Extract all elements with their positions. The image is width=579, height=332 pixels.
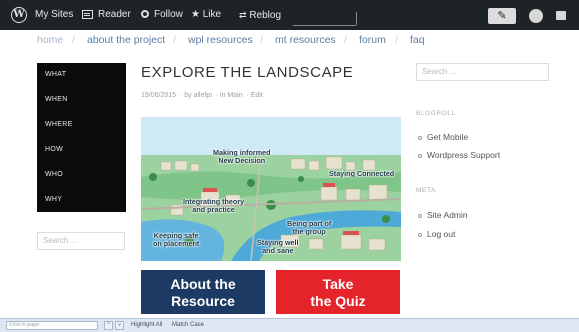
- post-by: by: [184, 92, 192, 99]
- blogroll-item[interactable]: Get Mobile: [418, 132, 468, 142]
- label-informed-decision-text: Making informed New Decision: [213, 148, 271, 165]
- post-title: EXPLORE THE LANDSCAPE: [141, 64, 354, 81]
- follow-icon: [141, 10, 149, 19]
- quiz-line-1: Take: [322, 276, 354, 292]
- label-informed-decision: Making informed New Decision: [213, 149, 271, 165]
- nav-about[interactable]: about the project: [87, 34, 165, 46]
- write-post-button[interactable]: ✎: [488, 8, 516, 24]
- like-label: Like: [202, 9, 222, 20]
- nav-separator: /: [173, 34, 176, 46]
- about-line-1: About the: [170, 276, 236, 292]
- nav-mt-resources[interactable]: mt resources: [275, 34, 336, 46]
- label-integrating-theory: Integrating theory and practice: [183, 198, 244, 214]
- post-edit-link[interactable]: Edit: [251, 92, 263, 99]
- match-case-checkbox[interactable]: Match Case: [172, 321, 204, 330]
- find-previous-button[interactable]: ^: [104, 321, 113, 330]
- nav-separator: /: [260, 34, 263, 46]
- post-author[interactable]: allefpi: [194, 92, 212, 99]
- find-in-page-bar: Find in page ^ v Highlight All Match Cas…: [0, 318, 579, 332]
- find-input[interactable]: Find in page: [6, 321, 98, 330]
- reblog-button[interactable]: ⇄ Reblog: [239, 0, 281, 30]
- label-integrating-theory-text: Integrating theory and practice: [183, 197, 245, 214]
- nav-home[interactable]: home: [37, 34, 63, 46]
- label-keeping-safe-text: Keeping safe on placement: [153, 231, 200, 248]
- label-staying-well-text: Staying well and sane: [257, 238, 299, 255]
- section-menu: WHAT WHEN WHERE HOW WHO WHY: [37, 63, 126, 212]
- bullet-icon: [418, 232, 422, 237]
- quiz-line-2: the Quiz: [310, 293, 366, 309]
- label-keeping-safe: Keeping safe on placement: [153, 232, 199, 248]
- highlight-all-button[interactable]: Highlight All: [131, 321, 162, 330]
- reader-button[interactable]: Reader: [82, 0, 131, 30]
- wordpress-logo-icon[interactable]: W: [11, 7, 27, 23]
- blogroll-get-mobile[interactable]: Get Mobile: [427, 132, 468, 142]
- reblog-label: Reblog: [249, 10, 282, 21]
- menu-item-what[interactable]: WHAT: [45, 71, 66, 78]
- menu-item-where[interactable]: WHERE: [45, 121, 73, 128]
- bullet-icon: [418, 135, 422, 140]
- admin-bar: W My Sites Reader Follow ★ Like ⇄ Reblog…: [0, 0, 579, 30]
- menu-item-who[interactable]: WHO: [45, 171, 63, 178]
- blogroll-wordpress-support[interactable]: Wordpress Support: [427, 150, 500, 160]
- follow-button[interactable]: Follow: [141, 0, 183, 30]
- meta-heading: META: [416, 187, 436, 194]
- post-category[interactable]: Main: [227, 92, 242, 99]
- find-next-button[interactable]: v: [115, 321, 124, 330]
- blogroll-item[interactable]: Wordpress Support: [418, 150, 500, 160]
- bullet-icon: [418, 213, 422, 218]
- nav-separator: /: [72, 34, 75, 46]
- reader-icon: [82, 9, 93, 19]
- bullet-icon: [418, 153, 422, 158]
- nav-wpl-resources[interactable]: wpl resources: [188, 34, 253, 46]
- left-search-input[interactable]: Search ...: [37, 232, 125, 250]
- about-resource-button[interactable]: About the Resource: [141, 270, 265, 314]
- my-sites-label: My Sites: [35, 9, 74, 20]
- label-part-of-group-text: Being part of the group: [287, 219, 332, 236]
- follow-label: Follow: [154, 9, 183, 20]
- reader-label: Reader: [98, 9, 131, 20]
- blogroll-heading: BLOGROLL: [416, 110, 456, 117]
- nav-faq[interactable]: faq: [410, 34, 425, 46]
- menu-item-why[interactable]: WHY: [45, 196, 62, 203]
- about-line-2: Resource: [171, 293, 235, 309]
- post-date[interactable]: 19/06/2015: [141, 92, 176, 99]
- meta-log-out[interactable]: Log out: [427, 229, 455, 239]
- post-meta: 19/06/2015 · by allefpi · in Main · Edit: [141, 92, 263, 99]
- notifications-icon[interactable]: [556, 11, 566, 20]
- admin-search-field[interactable]: [293, 12, 357, 26]
- label-staying-connected: Staying Connected: [329, 169, 395, 178]
- meta-item[interactable]: Log out: [418, 229, 455, 239]
- meta-item[interactable]: Site Admin: [418, 210, 468, 220]
- my-sites-button[interactable]: My Sites: [35, 0, 73, 30]
- star-icon: ★: [191, 9, 200, 20]
- sidebar-search-input[interactable]: Search ...: [416, 63, 549, 81]
- take-quiz-button[interactable]: Take the Quiz: [276, 270, 400, 314]
- nav-separator: /: [344, 34, 347, 46]
- like-button[interactable]: ★ Like: [191, 0, 221, 30]
- menu-item-when[interactable]: WHEN: [45, 96, 68, 103]
- reblog-icon: ⇄: [239, 10, 247, 20]
- post-in: in: [220, 92, 226, 99]
- menu-item-how[interactable]: HOW: [45, 146, 63, 153]
- label-part-of-group: Being part of the group: [287, 220, 331, 236]
- pencil-icon: ✎: [497, 10, 507, 22]
- meta-site-admin[interactable]: Site Admin: [427, 210, 468, 220]
- nav-separator: /: [395, 34, 398, 46]
- label-staying-well: Staying well and sane: [257, 239, 299, 255]
- landscape-illustration: Making informed New Decision Staying Con…: [141, 117, 401, 261]
- avatar[interactable]: [529, 9, 543, 23]
- nav-forum[interactable]: forum: [359, 34, 386, 46]
